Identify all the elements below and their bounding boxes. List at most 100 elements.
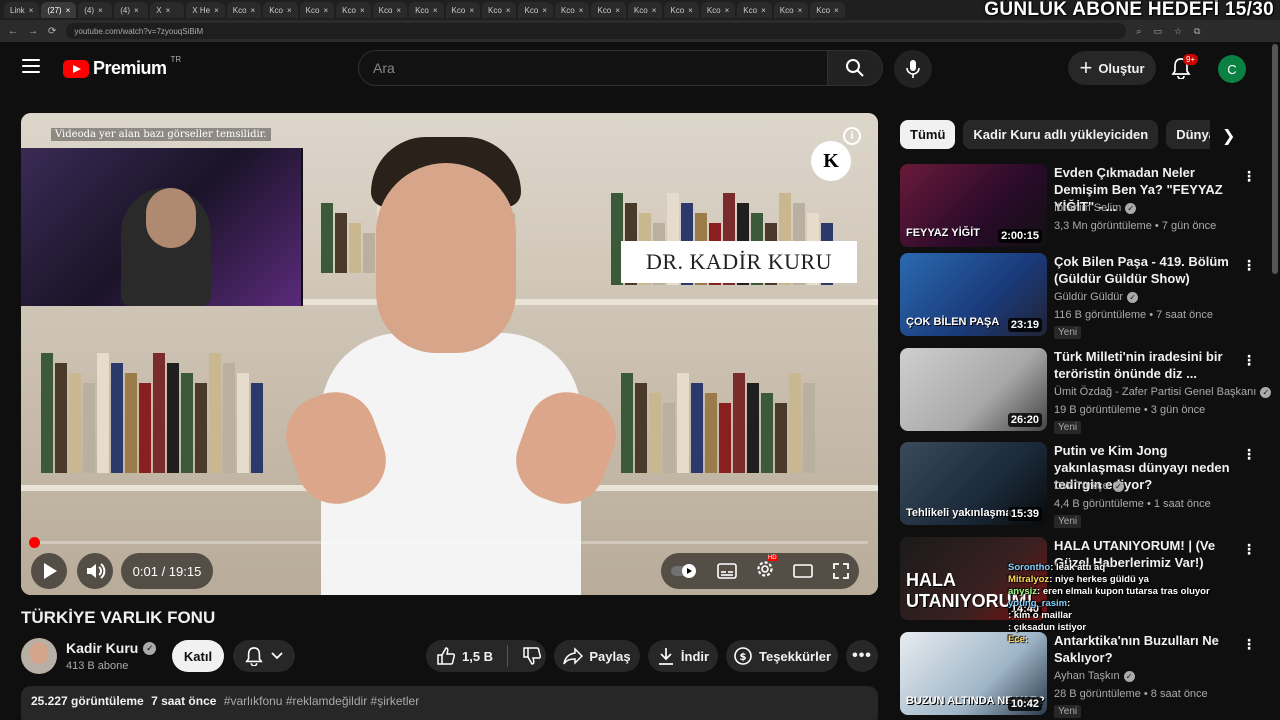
- video-thumbnail[interactable]: 26:20: [900, 348, 1047, 431]
- settings-button[interactable]: HD: [755, 554, 778, 584]
- voice-search-button[interactable]: [894, 50, 932, 88]
- channel-name[interactable]: Kadir Kuru: [66, 640, 138, 656]
- browser-tab[interactable]: Kco ×: [737, 2, 772, 18]
- theater-mode-icon[interactable]: [793, 563, 814, 579]
- close-icon[interactable]: ×: [615, 6, 620, 15]
- description-box[interactable]: 25.227 görüntüleme 7 saat önce #varlıkfo…: [21, 686, 878, 720]
- browser-tab[interactable]: Kco ×: [664, 2, 699, 18]
- browser-tab[interactable]: Kco ×: [810, 2, 845, 18]
- video-thumbnail[interactable]: Tehlikeli yakınlaşma 15:39: [900, 442, 1047, 525]
- browser-tab[interactable]: Kco ×: [482, 2, 517, 18]
- recommendation-item[interactable]: FEYYAZ YİĞİT 2:00:15 Evden Çıkmadan Neler …: [900, 164, 1256, 252]
- recommendation-title[interactable]: Çok Bilen Paşa - 419. Bölüm (Güldür Güld…: [1054, 253, 1236, 287]
- more-vertical-icon[interactable]: ⋮: [1242, 257, 1256, 274]
- forward-icon[interactable]: →: [28, 26, 38, 37]
- volume-button[interactable]: [77, 553, 113, 589]
- close-icon[interactable]: ×: [287, 6, 292, 15]
- close-icon[interactable]: ×: [66, 6, 71, 15]
- browser-tab[interactable]: Kco ×: [554, 2, 590, 18]
- close-icon[interactable]: ×: [834, 6, 839, 15]
- close-icon[interactable]: ×: [579, 6, 584, 15]
- back-icon[interactable]: ←: [8, 26, 18, 37]
- more-vertical-icon[interactable]: ⋮: [1242, 168, 1256, 185]
- more-vertical-icon[interactable]: ⋮: [1242, 446, 1256, 463]
- more-actions-button[interactable]: •••: [846, 640, 878, 672]
- browser-tab[interactable]: Kco ×: [445, 2, 481, 18]
- browser-tab[interactable]: Kco ×: [336, 2, 371, 18]
- reload-icon[interactable]: ⟳: [48, 26, 56, 37]
- close-icon[interactable]: ×: [396, 6, 401, 15]
- filter-chip[interactable]: Dünya Hab: [1166, 120, 1210, 149]
- browser-tab[interactable]: Kco ×: [409, 2, 444, 18]
- info-icon[interactable]: i: [843, 127, 861, 145]
- close-icon[interactable]: ×: [323, 6, 328, 15]
- autoplay-toggle-icon[interactable]: [670, 563, 698, 579]
- share-button[interactable]: Paylaş: [554, 640, 640, 672]
- close-icon[interactable]: ×: [214, 6, 219, 15]
- chevron-right-icon[interactable]: ❯: [1222, 126, 1235, 146]
- close-icon[interactable]: ×: [506, 6, 511, 15]
- close-icon[interactable]: ×: [761, 6, 766, 15]
- menu-icon[interactable]: [22, 59, 40, 73]
- youtube-logo[interactable]: Premium TR: [63, 55, 181, 79]
- scrollbar[interactable]: [1272, 44, 1278, 274]
- join-button[interactable]: Katıl: [172, 640, 224, 672]
- browser-tab[interactable]: Kco ×: [591, 2, 626, 18]
- browser-tab[interactable]: (27) ×: [41, 2, 77, 18]
- recommendation-title[interactable]: Türk Milleti'nin iradesini bir teröristi…: [1054, 348, 1236, 382]
- browser-tab[interactable]: Kco ×: [372, 2, 408, 18]
- filter-chip[interactable]: Tümü: [900, 120, 956, 149]
- filter-chip[interactable]: Kadir Kuru adlı yükleyiciden: [963, 120, 1159, 149]
- browser-tab[interactable]: Kco ×: [518, 2, 553, 18]
- recommendation-channel[interactable]: İbrahim Selim ✓: [1054, 202, 1137, 214]
- bookmark-icon[interactable]: ☆: [1174, 26, 1182, 37]
- close-icon[interactable]: ×: [542, 6, 547, 15]
- url-field[interactable]: youtube.com/watch?v=7zyouqSiBiM: [66, 23, 1127, 39]
- close-icon[interactable]: ×: [134, 6, 139, 15]
- browser-tab[interactable]: X He ×: [186, 2, 225, 18]
- play-button[interactable]: [31, 553, 67, 589]
- recommendation-channel[interactable]: Ümit Özdağ - Zafer Partisi Genel Başkanı…: [1054, 386, 1272, 398]
- video-thumbnail[interactable]: ÇOK BİLEN PAŞA 23:19: [900, 253, 1047, 336]
- close-icon[interactable]: ×: [251, 6, 256, 15]
- hashtags[interactable]: #varlıkfonu #reklamdeğildir #şirketler: [224, 694, 419, 708]
- close-icon[interactable]: ×: [29, 6, 34, 15]
- fullscreen-icon[interactable]: [832, 562, 850, 580]
- thanks-button[interactable]: $ Teşekkürler: [726, 640, 838, 672]
- more-vertical-icon[interactable]: ⋮: [1242, 541, 1256, 558]
- recommendation-item[interactable]: 26:20 Türk Milleti'nin iradesini bir terö…: [900, 348, 1272, 436]
- browser-tab[interactable]: Kco ×: [700, 2, 736, 18]
- download-button[interactable]: İndir: [648, 640, 718, 672]
- subscribe-notification-button[interactable]: [233, 640, 295, 672]
- create-button[interactable]: + Oluştur: [1068, 51, 1156, 85]
- browser-tab[interactable]: X ×: [150, 2, 185, 18]
- browser-tab[interactable]: Kco ×: [263, 2, 298, 18]
- recommendation-channel[interactable]: DW Türkçe ✓: [1054, 480, 1124, 492]
- channel-avatar[interactable]: [21, 638, 57, 674]
- browser-tab[interactable]: (4) ×: [78, 2, 113, 18]
- close-icon[interactable]: ×: [469, 6, 474, 15]
- recommendation-channel[interactable]: Ayhan Taşkın ✓: [1054, 670, 1135, 682]
- like-button[interactable]: 1,5 B: [436, 646, 493, 666]
- browser-tab[interactable]: Kco ×: [299, 2, 335, 18]
- browser-tab[interactable]: Link ×: [4, 2, 40, 18]
- progress-bar[interactable]: [29, 537, 868, 548]
- zoom-icon[interactable]: ⌕: [1136, 26, 1141, 37]
- close-icon[interactable]: ×: [166, 6, 171, 15]
- account-avatar[interactable]: C: [1218, 55, 1246, 83]
- browser-tab[interactable]: Kco ×: [226, 2, 262, 18]
- recommendation-item[interactable]: ÇOK BİLEN PAŞA 23:19 Çok Bilen Paşa - 419.…: [900, 253, 1256, 341]
- browser-tab[interactable]: Kco ×: [627, 2, 663, 18]
- thumbs-down-icon[interactable]: [522, 646, 542, 666]
- close-icon[interactable]: ×: [433, 6, 438, 15]
- close-icon[interactable]: ×: [725, 6, 730, 15]
- cast-icon[interactable]: ▭: [1153, 26, 1162, 37]
- search-input[interactable]: [373, 60, 827, 76]
- recommendation-channel[interactable]: Güldür Güldür ✓: [1054, 291, 1139, 303]
- extensions-icon[interactable]: ⧉: [1194, 26, 1200, 37]
- video-thumbnail[interactable]: FEYYAZ YİĞİT 2:00:15: [900, 164, 1047, 247]
- browser-tab[interactable]: (4) ×: [114, 2, 149, 18]
- close-icon[interactable]: ×: [688, 6, 693, 15]
- browser-tab[interactable]: Kco ×: [773, 2, 809, 18]
- recommendation-item[interactable]: Tehlikeli yakınlaşma 15:39 Putin ve Kim Jo…: [900, 442, 1256, 530]
